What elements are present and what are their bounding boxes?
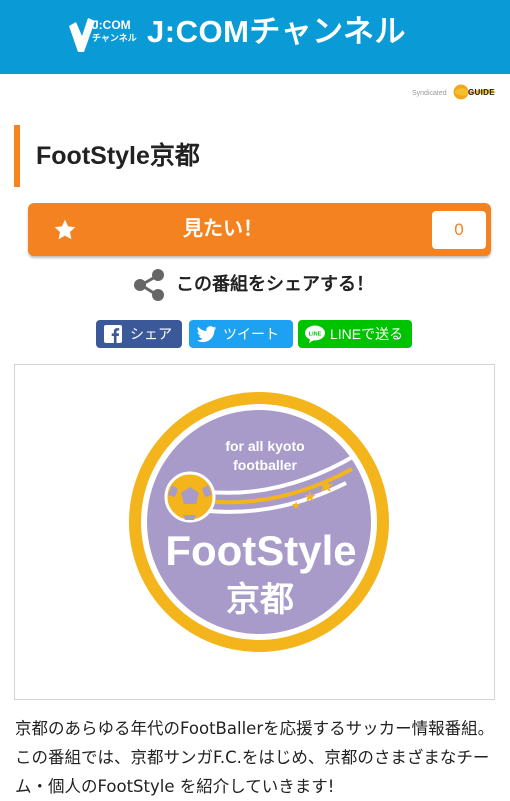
site-title[interactable]: J:COMチャンネル <box>147 12 406 52</box>
share-icon <box>134 269 164 301</box>
program-title: FootStyle京都 <box>36 142 200 170</box>
logo-name-line1: FootStyle <box>165 527 356 574</box>
footstyle-kyoto-logo: for all kyoto footballer FootStyle 京都 <box>129 392 389 652</box>
title-accent-bar <box>14 125 20 187</box>
g-guide-text: GUIDE <box>468 88 495 97</box>
logo-text-line1: J:COM <box>92 18 131 32</box>
program-image: for all kyoto footballer FootStyle 京都 <box>14 364 495 700</box>
logo-text-line2: チャンネル <box>92 33 137 43</box>
logo-tagline-line1: for all kyoto <box>225 438 304 454</box>
svg-text:LINE: LINE <box>309 332 322 338</box>
want-count-badge: 0 <box>432 211 486 249</box>
twitter-tweet-button[interactable]: ツイート <box>189 320 293 348</box>
syndicated-label: Syndicated <box>412 90 447 97</box>
program-description: 京都のあらゆる年代のFootBallerを応援するサッカー情報番組。この番組では… <box>15 719 495 796</box>
logo-tagline-line2: footballer <box>233 457 297 473</box>
twitter-bird-icon <box>197 326 217 343</box>
line-send-label: LINEで送る <box>330 326 404 342</box>
line-send-button[interactable]: LINE LINEで送る <box>298 320 412 348</box>
line-icon: LINE <box>305 325 325 343</box>
want-to-watch-label: 見たい！ <box>183 218 263 240</box>
twitter-tweet-label: ツイート <box>223 326 279 342</box>
logo-name-line2: 京都 <box>226 580 294 620</box>
app-header: J:COM チャンネル J:COMチャンネル <box>0 0 510 74</box>
facebook-share-label: シェア <box>130 326 172 342</box>
want-to-watch-button[interactable]: 見たい！ 0 <box>28 203 491 256</box>
logo-text: J:COM チャンネル <box>92 19 137 45</box>
facebook-share-button[interactable]: シェア <box>96 320 182 348</box>
facebook-icon <box>104 325 122 343</box>
share-heading: この番組をシェアする！ <box>176 274 374 294</box>
